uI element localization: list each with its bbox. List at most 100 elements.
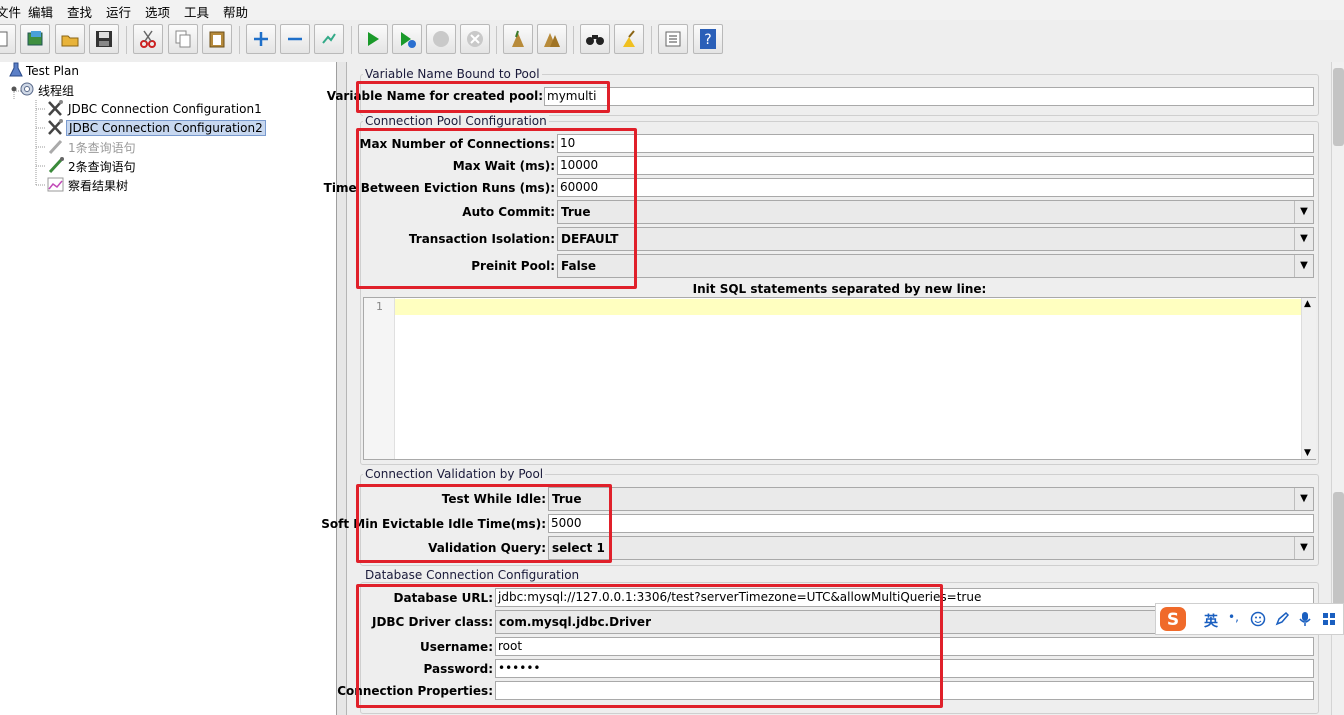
tree-label: Test Plan — [26, 64, 79, 78]
chevron-down-icon[interactable]: ▼ — [1294, 255, 1313, 277]
username-label: Username: — [419, 640, 493, 654]
save-icon[interactable] — [89, 24, 119, 54]
cut-icon[interactable] — [133, 24, 163, 54]
driver-class-value: com.mysql.jdbc.Driver — [499, 615, 651, 629]
isolation-value: DEFAULT — [561, 232, 619, 246]
tree-label: JDBC Connection Configuration2 — [66, 120, 266, 136]
menu-file[interactable]: 文件 — [0, 2, 21, 21]
database-legend: Database Connection Configuration — [363, 568, 582, 582]
sogou-logo-icon[interactable]: S — [1159, 606, 1187, 635]
smiley-icon[interactable] — [1250, 611, 1266, 630]
split-pane-divider[interactable] — [337, 62, 347, 715]
scroll-up-icon[interactable]: ▲ — [1304, 299, 1311, 309]
scrollbar-thumb[interactable] — [1333, 68, 1344, 146]
menu-run[interactable]: 运行 — [106, 2, 131, 21]
username-input[interactable]: root — [495, 637, 1314, 656]
line-gutter: 1 — [364, 298, 395, 459]
menu-options[interactable]: 选项 — [145, 2, 170, 21]
templates-icon[interactable] — [20, 24, 50, 54]
properties-label: Connection Properties: — [337, 684, 493, 698]
function-helper-icon[interactable] — [658, 24, 688, 54]
chevron-down-icon[interactable]: ▼ — [1294, 228, 1313, 250]
test-while-idle-value: True — [552, 492, 582, 506]
max-wait-input[interactable]: 10000 — [557, 156, 1314, 175]
menu-tools[interactable]: 工具 — [184, 2, 209, 21]
tree-item-query-1[interactable]: 1条查询语句 — [46, 138, 138, 156]
open-icon[interactable] — [55, 24, 85, 54]
wrench-icon — [46, 118, 66, 139]
menu-search[interactable]: 查找 — [67, 2, 92, 21]
chart-icon — [46, 175, 66, 196]
chevron-down-icon[interactable]: ▼ — [1294, 537, 1313, 559]
line-number: 1 — [376, 300, 383, 313]
isolation-select[interactable]: DEFAULT ▼ — [557, 227, 1314, 251]
soft-min-label: Soft Min Evictable Idle Time(ms): — [321, 517, 546, 531]
scrollbar-thumb-lower[interactable] — [1333, 492, 1344, 612]
copy-icon[interactable] — [168, 24, 198, 54]
tree-item-query-2[interactable]: 2条查询语句 — [46, 156, 138, 177]
wrench-icon — [46, 99, 66, 120]
editor-scrollbar[interactable]: ▲ ▼ — [1301, 298, 1316, 459]
search-icon[interactable] — [580, 24, 610, 54]
grid-menu-icon[interactable] — [1322, 612, 1336, 629]
tree-item-test-plan[interactable]: Test Plan — [8, 62, 81, 80]
properties-input[interactable] — [495, 681, 1314, 700]
tree-label: 1条查询语句 — [68, 140, 136, 155]
tree-item-jdbc-config-1[interactable]: JDBC Connection Configuration1 — [46, 99, 264, 120]
driver-class-label: JDBC Driver class: — [371, 615, 493, 629]
scroll-down-icon[interactable]: ▼ — [1304, 448, 1311, 458]
pool-config-legend: Connection Pool Configuration — [363, 114, 549, 128]
tree-item-result-tree[interactable]: 察看结果树 — [46, 176, 130, 194]
preinit-label: Preinit Pool: — [471, 259, 555, 273]
toggle-icon[interactable] — [314, 24, 344, 54]
auto-commit-value: True — [561, 205, 591, 219]
test-while-idle-select[interactable]: True ▼ — [548, 487, 1314, 511]
isolation-label: Transaction Isolation: — [408, 232, 555, 246]
menu-edit[interactable]: 编辑 — [28, 2, 53, 21]
test-while-idle-label: Test While Idle: — [441, 492, 546, 506]
validation-query-select[interactable]: select 1 ▼ — [548, 536, 1314, 560]
shutdown-icon[interactable] — [460, 24, 490, 54]
paste-icon[interactable] — [202, 24, 232, 54]
clear-icon[interactable] — [503, 24, 533, 54]
max-wait-label: Max Wait (ms): — [452, 159, 555, 173]
preinit-select[interactable]: False ▼ — [557, 254, 1314, 278]
collapse-icon[interactable] — [280, 24, 310, 54]
ime-punct-toggle[interactable]: •, — [1228, 610, 1239, 624]
pen-icon[interactable] — [1274, 611, 1290, 630]
soft-min-input[interactable]: 5000 — [548, 514, 1314, 533]
reset-search-icon[interactable] — [614, 24, 644, 54]
pipette-icon — [46, 156, 66, 177]
expand-toggle-icon[interactable] — [8, 81, 18, 100]
help-icon[interactable]: ? — [693, 24, 723, 54]
start-icon[interactable] — [358, 24, 388, 54]
max-connections-input[interactable]: 10 — [557, 134, 1314, 153]
ime-lang-toggle[interactable]: 英 — [1204, 611, 1218, 631]
new-icon[interactable] — [0, 24, 16, 54]
chevron-down-icon[interactable]: ▼ — [1294, 201, 1313, 223]
microphone-icon[interactable] — [1298, 611, 1312, 630]
preinit-value: False — [561, 259, 596, 273]
start-no-pause-icon[interactable] — [392, 24, 422, 54]
stop-icon[interactable] — [426, 24, 456, 54]
password-input[interactable]: •••••• — [495, 659, 1314, 678]
pool-variable-label: Variable Name for created pool: — [326, 89, 543, 103]
test-plan-tree: Test Plan 线程组 JDBC Connection Configurat… — [0, 62, 337, 715]
chevron-down-icon[interactable]: ▼ — [1294, 488, 1313, 510]
tree-item-thread-group[interactable]: 线程组 — [8, 81, 76, 99]
tree-item-jdbc-config-2[interactable]: JDBC Connection Configuration2 — [46, 118, 266, 139]
validation-query-value: select 1 — [552, 541, 605, 555]
auto-commit-select[interactable]: True ▼ — [557, 200, 1314, 224]
max-connections-label: Max Number of Connections: — [359, 137, 555, 151]
tree-label: JDBC Connection Configuration1 — [68, 102, 262, 116]
ime-toolbar: S 英 •, — [1155, 603, 1344, 635]
clear-all-icon[interactable] — [537, 24, 567, 54]
expand-icon[interactable] — [246, 24, 276, 54]
flask-icon — [8, 62, 24, 81]
pool-variable-input[interactable]: mymulti — [544, 87, 1314, 106]
eviction-runs-input[interactable]: 60000 — [557, 178, 1314, 197]
pipette-icon — [46, 137, 66, 158]
init-sql-editor[interactable]: 1 ▲ ▼ — [363, 297, 1316, 460]
menu-help[interactable]: 帮助 — [223, 2, 248, 21]
gear-icon — [18, 81, 36, 100]
